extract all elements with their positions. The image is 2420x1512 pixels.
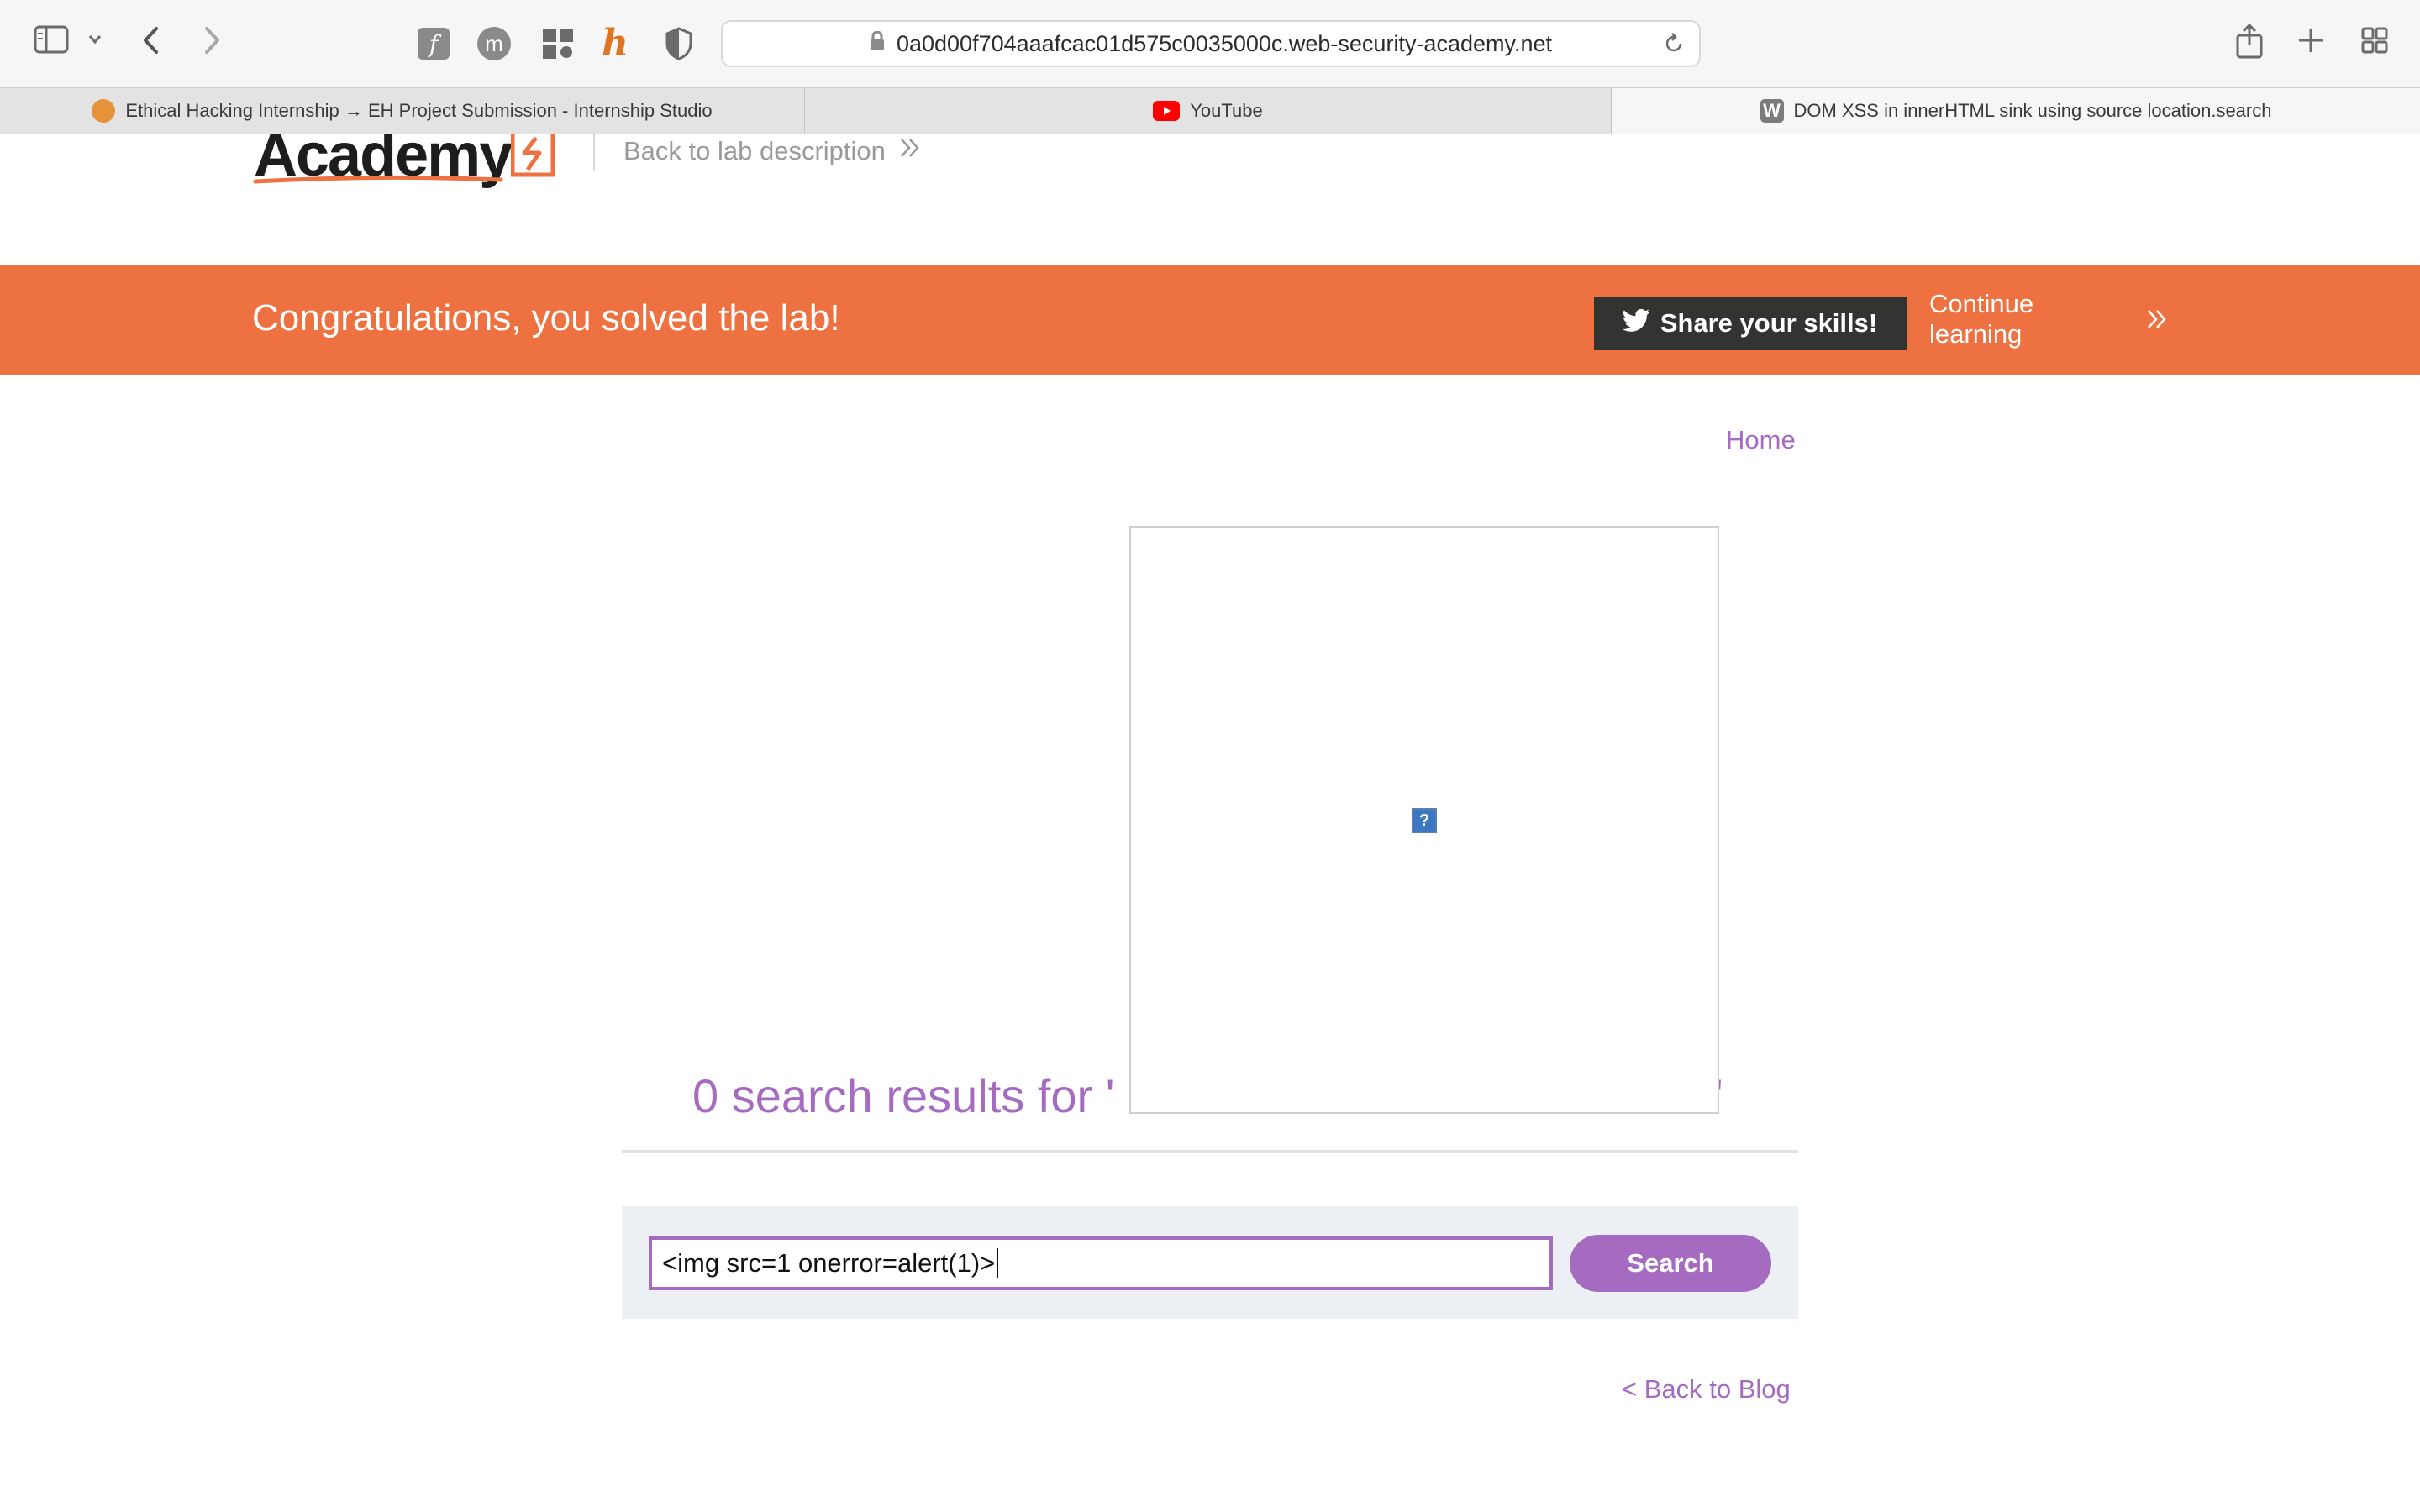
search-input-value: <img src=1 onerror=alert(1)> — [662, 1248, 996, 1278]
portswigger-favicon-icon: W — [1760, 99, 1784, 123]
results-divider — [622, 1150, 1798, 1153]
share-skills-button[interactable]: Share your skills! — [1594, 297, 1907, 350]
search-input[interactable]: <img src=1 onerror=alert(1)> — [649, 1236, 1553, 1290]
browser-toolbar: f m h 0a0d00f704aaafcac01d575c0035000c.w… — [0, 0, 2420, 87]
back-to-lab-label: Back to lab description — [623, 136, 886, 165]
text-caret — [997, 1248, 999, 1278]
url-text: 0a0d00f704aaafcac01d575c0035000c.web-sec… — [896, 30, 1553, 56]
broken-image-icon: ? — [1412, 808, 1437, 833]
tab-title: YouTube — [1190, 100, 1263, 121]
tab-title: Ethical Hacking Internship → EH Project … — [125, 100, 713, 121]
tab-internship-studio[interactable]: Ethical Hacking Internship → EH Project … — [0, 88, 805, 134]
share-skills-label: Share your skills! — [1660, 308, 1878, 338]
search-button[interactable]: Search — [1570, 1235, 1771, 1292]
search-results-heading: 0 search results for ' — [692, 1069, 1115, 1122]
continue-learning-link[interactable]: Continue learning — [1929, 289, 2097, 349]
twitter-bird-icon — [1622, 308, 1650, 339]
extension-grid-icon[interactable] — [541, 27, 575, 60]
address-bar[interactable]: 0a0d00f704aaafcac01d575c0035000c.web-sec… — [721, 20, 1701, 67]
back-arrow-icon[interactable] — [141, 25, 161, 55]
banner-message: Congratulations, you solved the lab! — [252, 297, 840, 339]
tab-youtube[interactable]: YouTube — [805, 88, 1612, 134]
double-chevron-right-icon — [899, 136, 921, 166]
logo-underline-icon — [252, 173, 504, 192]
back-to-lab-link[interactable]: Back to lab description — [623, 136, 921, 166]
double-chevron-right-icon[interactable] — [2146, 307, 2168, 335]
page-content: Academy Back to lab description Congratu… — [0, 134, 2420, 1512]
forward-arrow-icon[interactable] — [202, 25, 222, 55]
lock-icon — [870, 30, 885, 57]
tab-strip: Ethical Hacking Internship → EH Project … — [0, 87, 2420, 134]
header-divider — [593, 134, 595, 171]
back-to-blog-link[interactable]: < Back to Blog — [1622, 1374, 1791, 1404]
tab-dom-xss-lab[interactable]: W DOM XSS in innerHTML sink using source… — [1612, 88, 2420, 134]
internship-studio-favicon-icon — [92, 99, 116, 123]
extension-m-icon[interactable]: m — [477, 27, 511, 60]
lightning-logo-icon — [510, 134, 556, 182]
youtube-favicon-icon — [1153, 101, 1181, 121]
chevron-down-icon[interactable] — [87, 34, 103, 45]
sidebar-toggle-icon[interactable] — [34, 25, 69, 54]
new-tab-plus-icon[interactable] — [2297, 27, 2324, 54]
tab-overview-icon[interactable] — [2361, 27, 2388, 54]
share-icon[interactable] — [2235, 24, 2264, 59]
reload-icon[interactable] — [1662, 32, 1686, 61]
shield-icon[interactable] — [666, 27, 692, 60]
extension-f-icon[interactable]: f — [417, 27, 450, 60]
home-link[interactable]: Home — [1726, 425, 1796, 455]
tab-title: DOM XSS in innerHTML sink using source l… — [1793, 100, 2272, 121]
extension-h-icon[interactable]: h — [602, 22, 629, 65]
